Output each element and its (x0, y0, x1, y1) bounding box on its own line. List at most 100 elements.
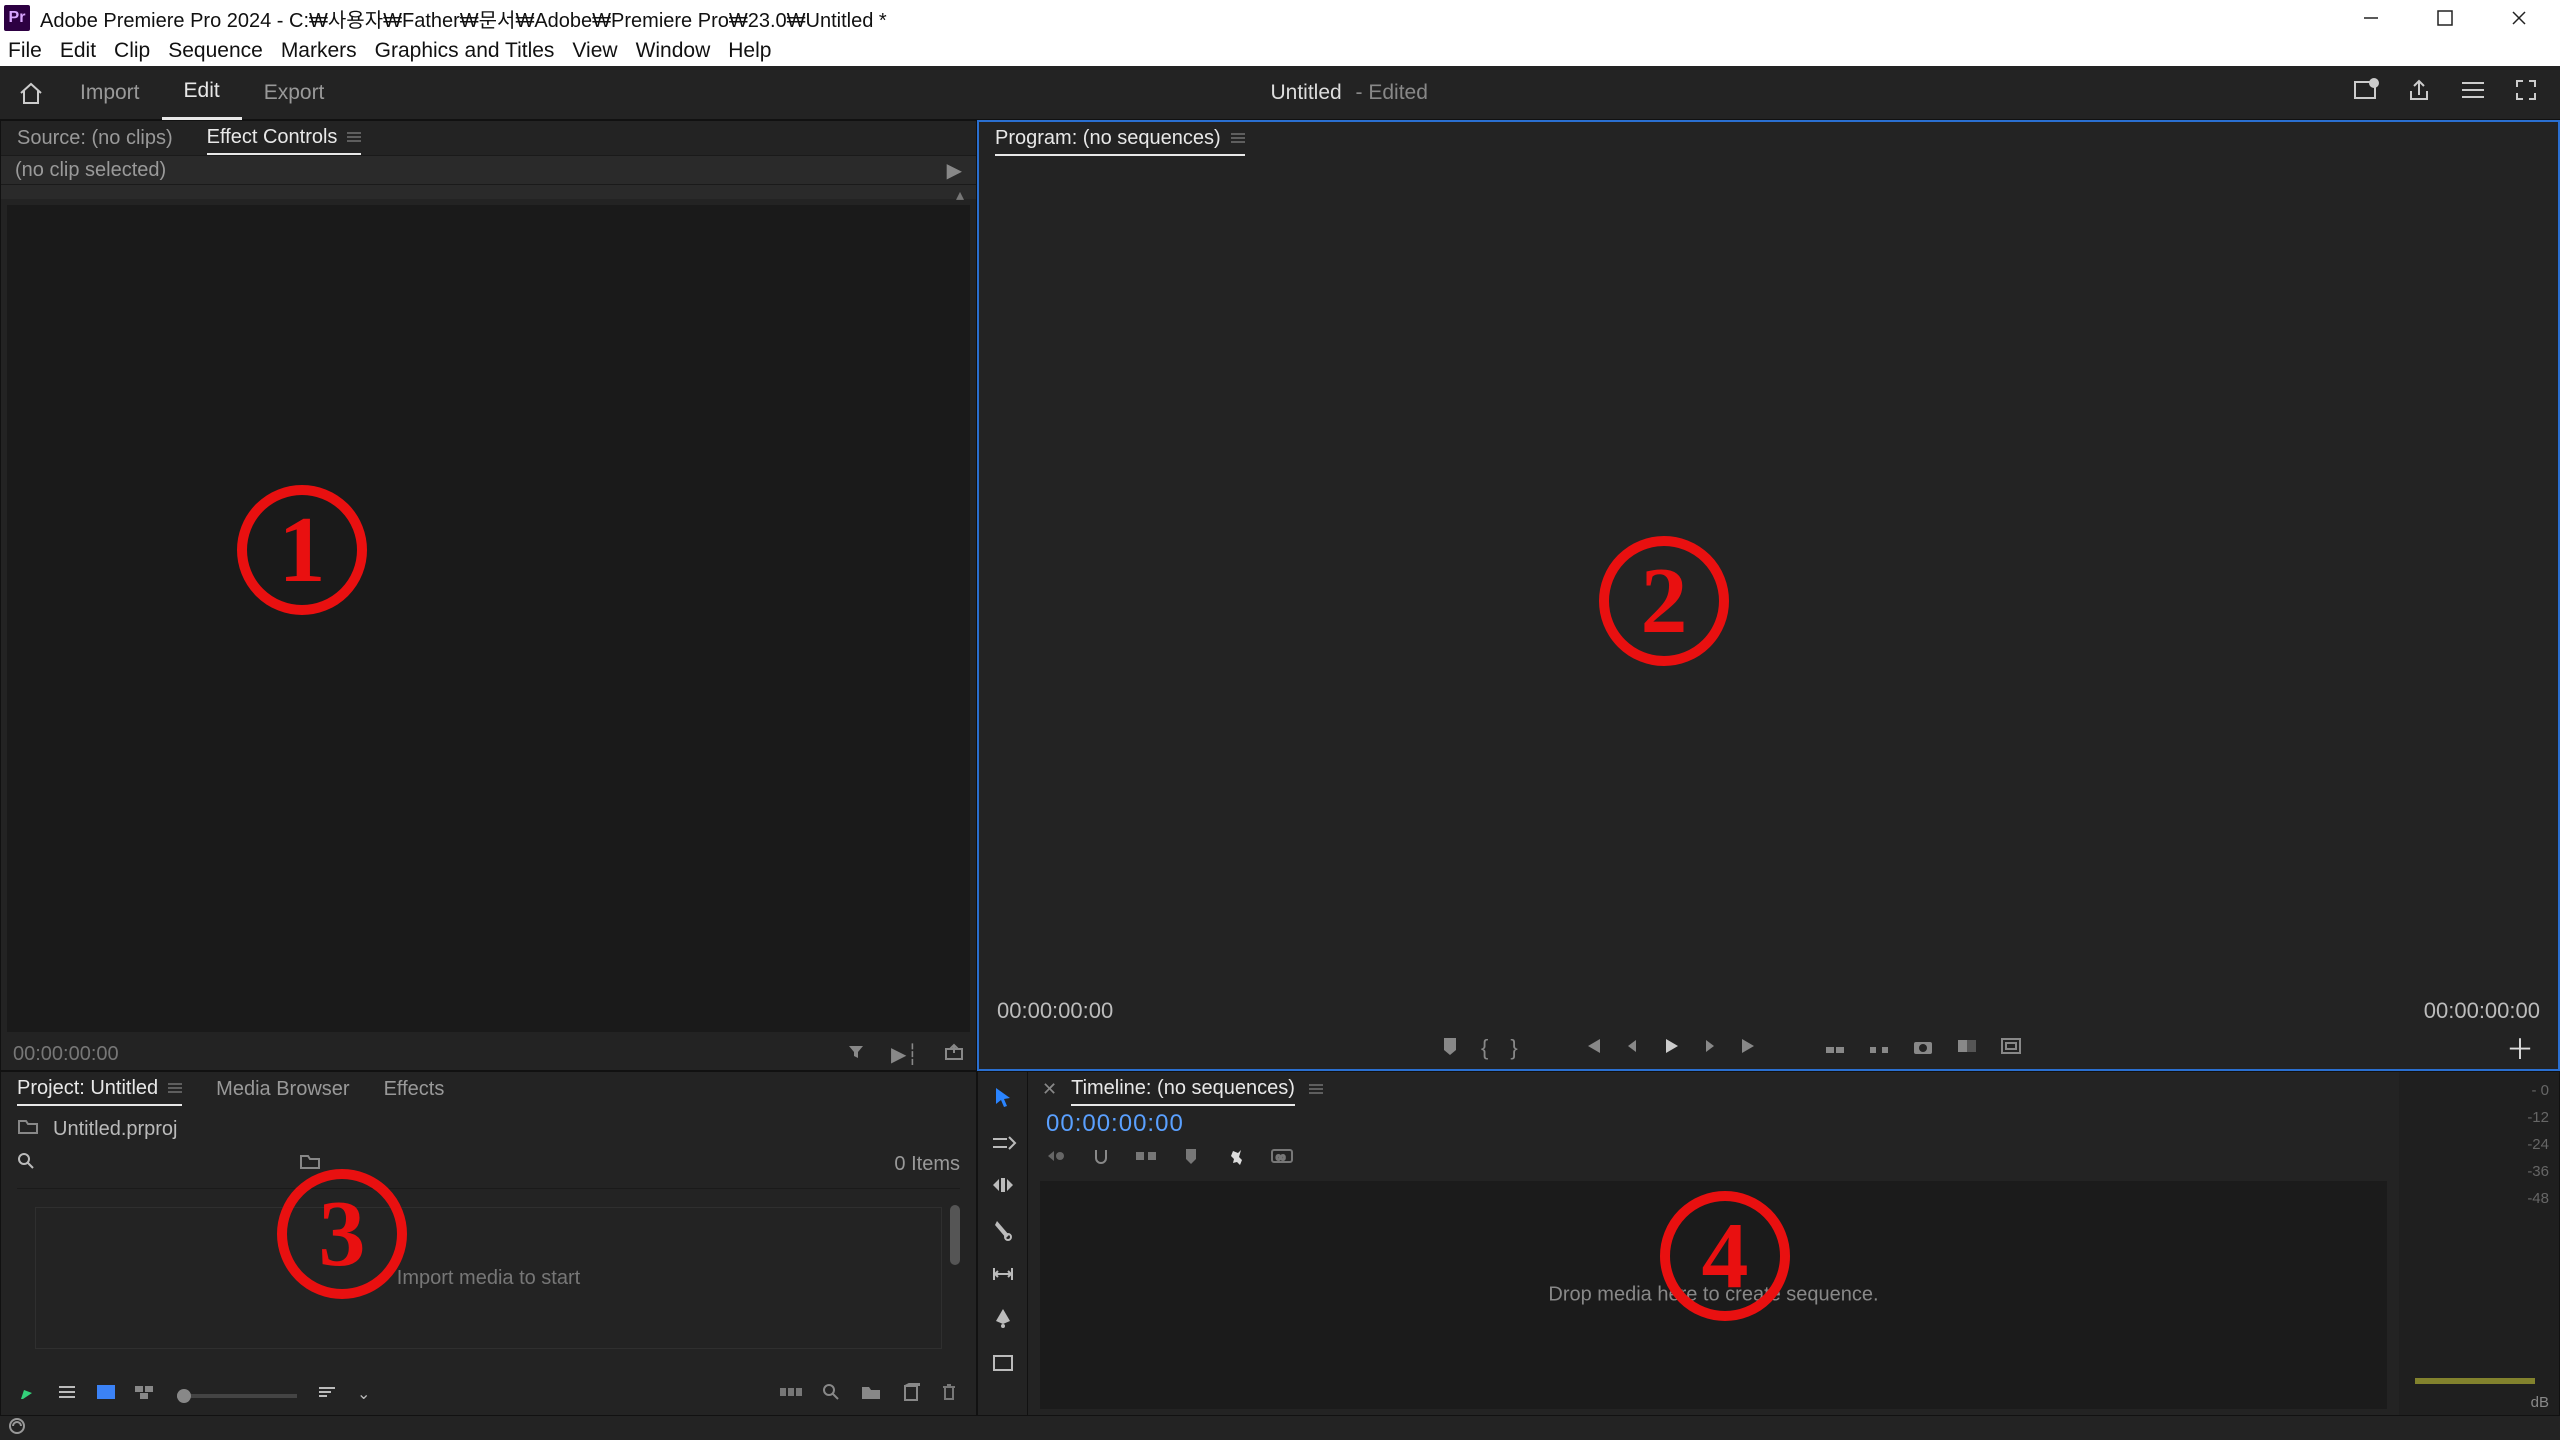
flyout-arrow-icon[interactable]: ▶ (947, 158, 962, 183)
add-marker-icon[interactable] (1441, 1036, 1459, 1061)
timeline-timecode[interactable]: 00:00:00:00 (1046, 1110, 1184, 1138)
minimize-button[interactable] (2334, 0, 2408, 36)
safe-margins-icon[interactable] (2000, 1037, 2022, 1060)
maximize-button[interactable] (2408, 0, 2482, 36)
play-icon[interactable] (1662, 1037, 1680, 1060)
menu-clip[interactable]: Clip (114, 39, 150, 63)
slip-tool-icon[interactable] (990, 1266, 1016, 1287)
go-to-out-icon[interactable] (1740, 1037, 1760, 1060)
step-forward-icon[interactable] (1702, 1038, 1718, 1059)
track-select-tool-icon[interactable] (991, 1135, 1015, 1156)
write-mode-icon[interactable] (19, 1383, 37, 1406)
project-file-name: Untitled.prproj (53, 1118, 178, 1141)
source-timecode[interactable]: 00:00:00:00 (13, 1043, 119, 1066)
menu-graphics[interactable]: Graphics and Titles (375, 39, 555, 63)
step-back-icon[interactable] (1624, 1038, 1640, 1059)
panel-menu-icon[interactable] (347, 131, 361, 143)
trash-icon[interactable] (940, 1382, 958, 1407)
find-icon[interactable] (822, 1383, 840, 1406)
panel-menu-icon[interactable] (1231, 132, 1245, 144)
close-button[interactable] (2482, 0, 2556, 36)
menu-edit[interactable]: Edit (60, 39, 96, 63)
pen-tool-icon[interactable] (993, 1307, 1013, 1334)
mark-out-icon[interactable]: } (1510, 1035, 1517, 1061)
razor-tool-icon[interactable] (993, 1219, 1013, 1246)
menu-window[interactable]: Window (636, 39, 711, 63)
transport-bar: { } ＋ (979, 1033, 2558, 1069)
menu-sequence[interactable]: Sequence (168, 39, 263, 63)
panel-menu-icon[interactable] (168, 1082, 182, 1094)
project-panel: Project: Untitled Media Browser Effects … (0, 1071, 977, 1416)
linked-selection-icon[interactable] (1136, 1149, 1158, 1168)
list-view-icon[interactable] (57, 1384, 77, 1405)
fullscreen-icon[interactable] (2514, 78, 2538, 108)
timeline-body[interactable]: Drop media here to create sequence. 4 (1040, 1181, 2387, 1409)
app-icon: Pr (4, 5, 30, 31)
mode-export[interactable]: Export (242, 66, 347, 120)
meter-tick: -12 (2527, 1109, 2549, 1126)
zoom-slider[interactable] (177, 1385, 297, 1403)
automate-to-seq-icon[interactable] (780, 1385, 802, 1404)
home-button[interactable] (4, 71, 58, 115)
svg-text:cc: cc (1276, 1152, 1286, 1162)
tab-media-browser[interactable]: Media Browser (216, 1072, 349, 1106)
compare-icon[interactable] (1956, 1037, 1978, 1060)
doc-status: - Edited (1356, 81, 1428, 104)
export-frame-icon[interactable] (944, 1044, 964, 1066)
menu-view[interactable]: View (572, 39, 617, 63)
cc-sync-icon[interactable] (8, 1417, 26, 1440)
icon-view-icon[interactable] (97, 1385, 115, 1404)
meter-unit: dB (2531, 1394, 2549, 1411)
rectangle-tool-icon[interactable] (992, 1354, 1014, 1377)
new-item-icon[interactable] (902, 1383, 920, 1406)
panel-menu-icon[interactable] (1309, 1083, 1323, 1095)
snap-icon[interactable] (1092, 1147, 1110, 1170)
freeform-view-icon[interactable] (135, 1384, 157, 1405)
collapse-arrow-icon[interactable]: ▴ (1, 185, 976, 199)
share-icon[interactable] (2406, 77, 2432, 109)
caption-track-icon[interactable]: cc (1270, 1148, 1294, 1169)
tab-timeline-label: Timeline: (no sequences) (1071, 1077, 1295, 1100)
marker-icon[interactable] (1184, 1147, 1198, 1170)
button-editor-icon[interactable]: ＋ (2506, 1028, 2534, 1068)
tab-timeline[interactable]: Timeline: (no sequences) (1071, 1072, 1295, 1106)
selection-tool-icon[interactable] (993, 1086, 1013, 1115)
search-icon[interactable] (17, 1152, 35, 1176)
mode-import[interactable]: Import (58, 66, 162, 120)
menu-markers[interactable]: Markers (281, 39, 357, 63)
scrollbar[interactable] (950, 1205, 960, 1265)
settings-icon[interactable] (1224, 1146, 1244, 1171)
tab-project[interactable]: Project: Untitled (17, 1072, 182, 1106)
tab-source[interactable]: Source: (no clips) (17, 121, 173, 155)
quick-export-icon[interactable] (2352, 77, 2378, 109)
workspace-icon[interactable] (2460, 79, 2486, 107)
tab-effects[interactable]: Effects (384, 1072, 445, 1106)
go-to-in-icon[interactable] (1582, 1037, 1602, 1060)
project-body[interactable]: Import media to start 3 (17, 1188, 960, 1367)
lift-icon[interactable] (1824, 1037, 1846, 1060)
mark-in-icon[interactable]: { (1481, 1035, 1488, 1061)
program-panel: Program: (no sequences) 2 00:00:00:00 00… (977, 120, 2560, 1071)
menu-file[interactable]: File (8, 39, 42, 63)
mode-edit[interactable]: Edit (162, 66, 242, 120)
program-timecode-right[interactable]: 00:00:00:00 (2424, 998, 2540, 1024)
play-only-icon[interactable]: ▶┆ (891, 1044, 918, 1066)
search-input[interactable] (47, 1156, 287, 1173)
ripple-tool-icon[interactable] (991, 1176, 1015, 1199)
camera-icon[interactable] (1912, 1037, 1934, 1060)
tab-program[interactable]: Program: (no sequences) (995, 122, 1245, 156)
filter-icon[interactable] (847, 1044, 865, 1066)
tool-column (978, 1072, 1028, 1415)
tab-effect-controls[interactable]: Effect Controls (207, 121, 362, 155)
chevron-down-icon[interactable]: ⌄ (357, 1384, 370, 1404)
source-panel: Source: (no clips) Effect Controls (no c… (0, 120, 977, 1071)
extract-icon[interactable] (1868, 1037, 1890, 1060)
new-bin-icon[interactable] (860, 1383, 882, 1406)
close-panel-icon[interactable]: ✕ (1042, 1079, 1057, 1100)
insert-sequence-icon[interactable] (1046, 1148, 1066, 1169)
program-timecode-left[interactable]: 00:00:00:00 (997, 998, 1113, 1024)
menu-bar: File Edit Clip Sequence Markers Graphics… (0, 36, 2560, 66)
annotation-2: 2 (1599, 536, 1729, 666)
menu-help[interactable]: Help (728, 39, 771, 63)
sort-icon[interactable] (317, 1385, 337, 1404)
